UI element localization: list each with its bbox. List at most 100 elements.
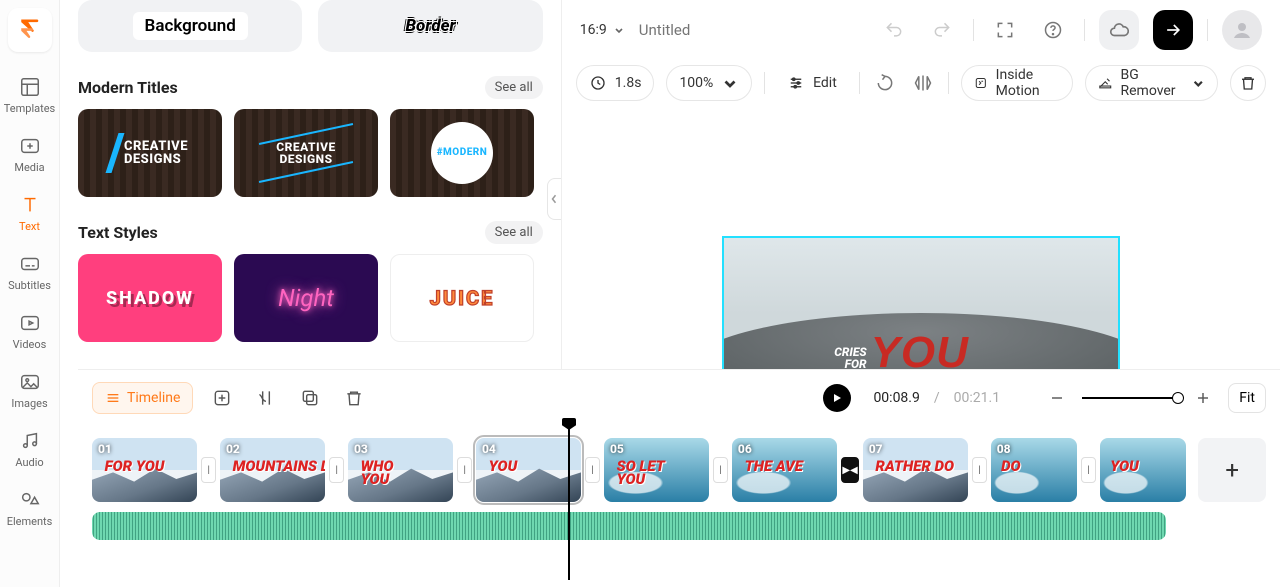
thumb-text: #MODERN [437,148,488,158]
clip-3[interactable]: 03WHO YOU [348,438,453,502]
clip-6[interactable]: 06 THE AVE [732,438,837,502]
nav-label: Videos [13,338,47,351]
clip-number: 04 [482,442,496,456]
fit-button[interactable]: Fit [1228,383,1266,413]
pill-background[interactable]: Background [78,0,302,52]
time-total: 00:21.1 [954,390,1000,406]
collapse-panel-button[interactable] [547,178,561,220]
style-preset-shadow[interactable]: SHADOW [78,254,222,342]
help-button[interactable] [1036,13,1070,47]
nav-label: Images [11,397,47,410]
caption-small: CRIES FOR [834,346,866,370]
zoom-value: 100% [679,75,713,91]
nav-images[interactable]: Images [0,361,60,420]
thumb-text: Night [278,284,334,312]
title-preset-3[interactable]: #MODERN [390,109,534,197]
play-button[interactable] [823,384,851,412]
nav-media[interactable]: Media [0,125,60,184]
thumb-text: CREATIVE DESIGNS [124,140,188,166]
nav-videos[interactable]: Videos [0,302,60,361]
delete-clip-button[interactable] [339,383,369,413]
zoom-slider[interactable] [1082,397,1178,399]
edit-label: Edit [813,75,837,91]
edit-button[interactable]: Edit [783,65,841,101]
undo-button[interactable] [877,13,911,47]
duration-value: 1.8s [615,75,642,91]
user-avatar[interactable] [1222,10,1262,50]
bg-remover-label: BG Remover [1120,67,1182,99]
aspect-ratio-select[interactable]: 16:9 [580,22,625,38]
clip-number: 02 [226,442,240,456]
clip-number: 01 [98,442,112,456]
transition-button[interactable]: | [201,457,216,483]
nav-elements[interactable]: Elements [0,479,60,538]
transition-button[interactable]: | [972,457,987,483]
style-preset-juice[interactable]: JUICE [390,254,534,342]
style-preset-night[interactable]: Night [234,254,378,342]
transition-button[interactable]: | [457,457,472,483]
caption-big: YOU [871,335,969,370]
thumb-text: CREATIVE DESIGNS [276,141,335,165]
ratio-value: 16:9 [580,22,607,38]
pill-label: Border [405,16,455,36]
clip-4[interactable]: 04YOU [476,438,581,502]
clip-2[interactable]: 02MOUNTAINS DO [220,438,325,502]
clip-5[interactable]: 05SO LET YOU [604,438,709,502]
clip-caption: THE AVE [745,460,803,474]
delete-button[interactable] [1230,65,1266,101]
nav-label: Subtitles [8,279,51,292]
zoom-chip[interactable]: 100% [666,65,752,101]
fullscreen-icon[interactable] [988,13,1022,47]
timeline: Timeline 00:08.9 / 00:21.1 Fit 01FOR YOU… [78,369,1280,540]
nav-templates[interactable]: Templates [0,66,60,125]
thumb-text: JUICE [430,286,495,310]
clip-9[interactable]: YOU [1100,438,1187,502]
app-logo[interactable] [8,8,52,52]
timeline-tab[interactable]: Timeline [92,382,193,414]
time-sep: / [934,390,940,406]
clip-number: 07 [869,442,883,456]
clip-7[interactable]: 07 RATHER DO [863,438,968,502]
bg-remover-button[interactable]: BG Remover [1085,65,1218,101]
zoom-out-button[interactable] [1042,383,1072,413]
nav-subtitles[interactable]: Subtitles [0,243,60,302]
nav-audio[interactable]: Audio [0,420,60,479]
nav-text[interactable]: Text [0,184,60,243]
section-title-styles: Text Styles [78,223,158,242]
transition-button[interactable]: | [1081,457,1096,483]
see-all-modern[interactable]: See all [485,76,543,99]
duration-chip[interactable]: 1.8s [576,65,655,101]
clip-number: 05 [610,442,624,456]
inside-motion-button[interactable]: Inside Motion [961,65,1073,101]
add-clip-button[interactable]: + [1198,438,1266,502]
split-button[interactable] [251,383,281,413]
flip-button[interactable] [910,66,936,100]
inside-motion-label: Inside Motion [996,67,1060,99]
audio-track[interactable] [92,512,1166,540]
add-track-button[interactable] [207,383,237,413]
clip-number: 03 [354,442,368,456]
transition-button[interactable]: | [585,457,600,483]
title-preset-2[interactable]: CREATIVE DESIGNS [234,109,378,197]
export-button[interactable] [1153,10,1193,50]
transition-button[interactable]: | [329,457,344,483]
cloud-sync-button[interactable] [1099,10,1139,50]
playhead[interactable] [568,418,570,580]
project-title-input[interactable] [639,21,819,39]
clip-number: 08 [997,442,1011,456]
clip-caption: RATHER DO [875,460,954,474]
redo-button[interactable] [925,13,959,47]
clip-1[interactable]: 01FOR YOU [92,438,197,502]
transition-button[interactable]: ▶◀ [841,457,858,483]
pill-border[interactable]: Border [318,0,542,52]
clip-number: 06 [738,442,752,456]
duplicate-button[interactable] [295,383,325,413]
zoom-in-button[interactable] [1188,383,1218,413]
nav-label: Media [14,161,44,174]
title-preset-1[interactable]: CREATIVE DESIGNS [78,109,222,197]
see-all-styles[interactable]: See all [485,221,543,244]
clip-8[interactable]: 08DO [991,438,1078,502]
timeline-tab-label: Timeline [127,390,180,406]
rotate-button[interactable] [872,66,898,100]
transition-button[interactable]: | [713,457,728,483]
